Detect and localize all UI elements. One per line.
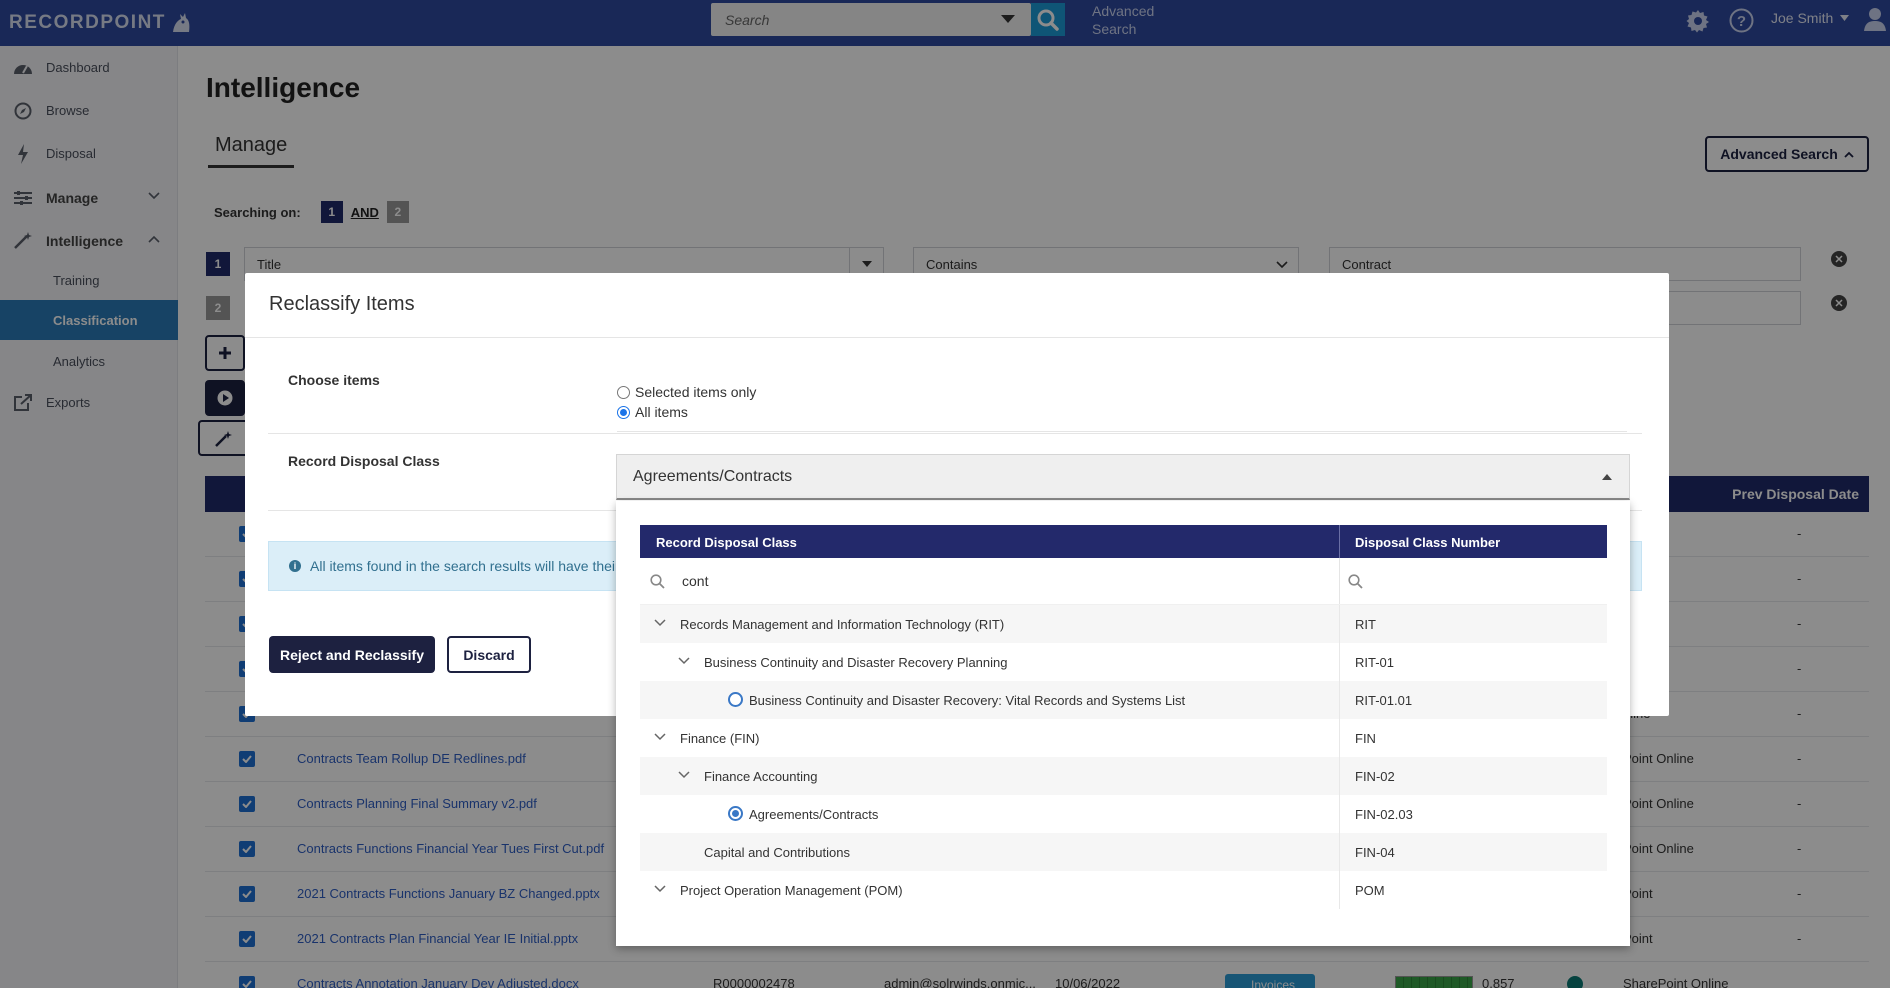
column-header-number[interactable]: Disposal Class Number xyxy=(1339,525,1607,558)
tree-node-label: Records Management and Information Techn… xyxy=(680,617,1005,632)
search-icon xyxy=(650,574,665,589)
number-filter-cell[interactable] xyxy=(1339,558,1607,604)
discard-button[interactable]: Discard xyxy=(447,636,531,673)
tree-row[interactable]: Finance Accounting FIN-02 xyxy=(640,757,1607,795)
class-number: FIN-02.03 xyxy=(1355,806,1413,822)
all-items-radio[interactable] xyxy=(617,405,630,419)
tree-row[interactable]: Capital and Contributions FIN-04 xyxy=(640,833,1607,871)
tree-node-label: Business Continuity and Disaster Recover… xyxy=(704,655,1008,670)
reject-and-reclassify-button[interactable]: Reject and Reclassify xyxy=(269,636,435,673)
tree-row[interactable]: Business Continuity and Disaster Recover… xyxy=(640,643,1607,681)
divider xyxy=(617,431,1627,432)
tree-row[interactable]: Finance (FIN) FIN xyxy=(640,719,1607,757)
all-items-option[interactable]: All items xyxy=(617,404,688,420)
tree-node-label: Project Operation Management (POM) xyxy=(680,883,903,898)
tree-header: Record Disposal Class Disposal Class Num… xyxy=(640,525,1607,558)
filter-row xyxy=(640,558,1607,605)
modal-divider xyxy=(245,337,1669,338)
chevron-down-icon xyxy=(654,733,666,741)
tree-node-label: Capital and Contributions xyxy=(704,845,850,860)
divider xyxy=(268,433,1642,434)
class-number: RIT xyxy=(1355,616,1376,632)
chevron-down-icon xyxy=(654,885,666,893)
record-disposal-class-label: Record Disposal Class xyxy=(288,453,440,469)
class-radio[interactable] xyxy=(728,692,743,707)
tree-node-label: Agreements/Contracts xyxy=(749,807,879,822)
class-number: FIN-02 xyxy=(1355,768,1395,784)
record-disposal-class-select[interactable]: Agreements/Contracts xyxy=(616,454,1630,500)
class-number: RIT-01 xyxy=(1355,654,1395,670)
selected-class-value: Agreements/Contracts xyxy=(633,467,793,485)
info-text: All items found in the search results wi… xyxy=(310,558,620,574)
class-number: FIN-04 xyxy=(1355,844,1395,860)
chevron-down-icon xyxy=(678,657,690,665)
chevron-down-icon xyxy=(654,619,666,627)
tree-row[interactable]: Agreements/Contracts FIN-02.03 xyxy=(640,795,1607,833)
tree-row[interactable]: Project Operation Management (POM) POM xyxy=(640,871,1607,909)
class-number: RIT-01.01 xyxy=(1355,692,1413,708)
modal-title: Reclassify Items xyxy=(269,293,415,315)
record-disposal-class-dropdown: Record Disposal Class Disposal Class Num… xyxy=(616,501,1630,946)
selected-items-option[interactable]: Selected items only xyxy=(617,384,756,400)
class-number: FIN xyxy=(1355,730,1376,746)
tree-node-label: Finance (FIN) xyxy=(680,731,760,746)
class-number: POM xyxy=(1355,882,1385,898)
tree-node-label: Business Continuity and Disaster Recover… xyxy=(749,693,1186,708)
caret-up-icon xyxy=(1602,474,1612,480)
class-filter-input[interactable] xyxy=(682,570,1282,592)
search-icon xyxy=(1348,574,1363,589)
choose-items-label: Choose items xyxy=(288,372,380,388)
class-radio[interactable] xyxy=(728,806,743,821)
tree-node-label: Finance Accounting xyxy=(704,769,818,784)
tree-row[interactable]: Records Management and Information Techn… xyxy=(640,605,1607,643)
column-header-class[interactable]: Record Disposal Class xyxy=(656,535,797,550)
tree-row[interactable]: Business Continuity and Disaster Recover… xyxy=(640,681,1607,719)
selected-items-label: Selected items only xyxy=(635,384,757,400)
info-icon: i xyxy=(289,560,301,572)
chevron-down-icon xyxy=(678,771,690,779)
selected-items-radio[interactable] xyxy=(617,385,630,399)
all-items-label: All items xyxy=(635,404,688,420)
